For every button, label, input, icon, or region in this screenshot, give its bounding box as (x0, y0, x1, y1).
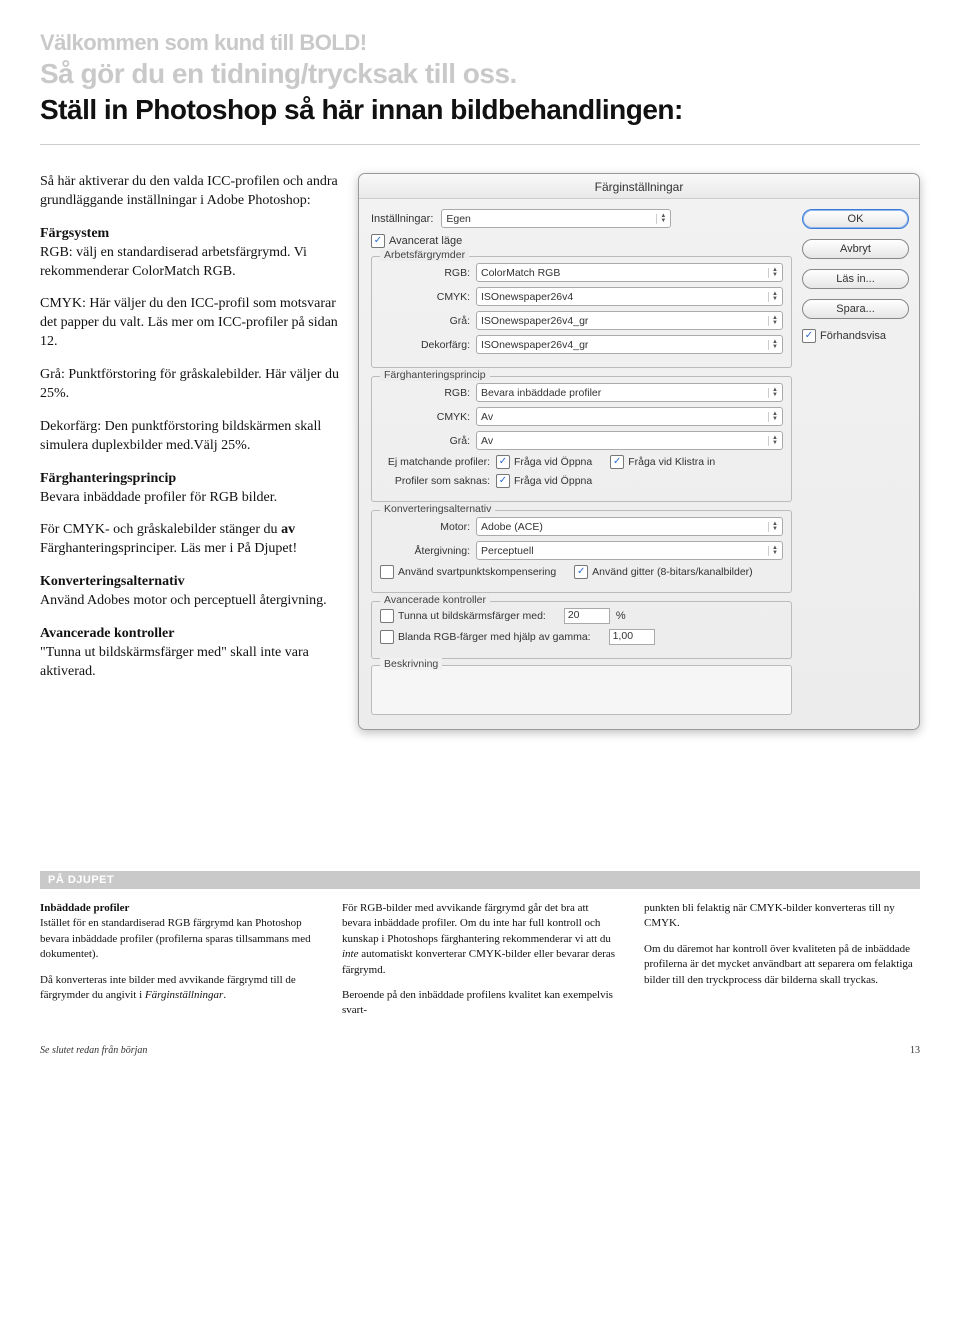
h-policy: Färghanteringsprincip (40, 471, 176, 486)
header-welcome: Välkommen som kund till BOLD! (40, 30, 920, 56)
cancel-button[interactable]: Avbryt (802, 239, 909, 259)
h-fargsystem: Färgsystem (40, 226, 109, 241)
settings-label: Inställningar: (371, 213, 433, 225)
header-sub: Så gör du en tidning/trycksak till oss. (40, 58, 920, 90)
load-button[interactable]: Läs in... (802, 269, 909, 289)
save-button[interactable]: Spara... (802, 299, 909, 319)
footer-tag: PÅ DJUPET (40, 871, 920, 889)
footer-left: Se slutet redan från början (40, 1045, 147, 1056)
policy-rgb-select[interactable]: Bevara inbäddade profiler▲▼ (476, 383, 783, 402)
rgb-select[interactable]: ColorMatch RGB▲▼ (476, 263, 783, 282)
header-title: Ställ in Photoshop så här innan bildbeha… (40, 94, 920, 145)
mm-open-checkbox[interactable]: ✓ (496, 455, 510, 469)
group-workspaces: Arbetsfärgrymder RGB:ColorMatch RGB▲▼ CM… (371, 256, 792, 368)
policy-gray-select[interactable]: Av▲▼ (476, 431, 783, 450)
dither-checkbox[interactable]: ✓ (574, 565, 588, 579)
h-adv: Avancerade kontroller (40, 626, 174, 641)
desat-field[interactable]: 20 (564, 608, 610, 624)
intent-select[interactable]: Perceptuell▲▼ (476, 541, 783, 560)
group-advanced: Avancerade kontroller Tunna ut bildskärm… (371, 601, 792, 659)
p-adv: "Tunna ut bildskärmsfärger med" skall in… (40, 645, 309, 679)
advanced-mode-checkbox[interactable]: ✓ (371, 234, 385, 248)
p-gray: Grå: Punktförstoring för gråskalebilder.… (40, 366, 343, 404)
p-cmyk: CMYK: Här väljer du den ICC-profil som m… (40, 295, 343, 352)
engine-select[interactable]: Adobe (ACE)▲▼ (476, 517, 783, 536)
color-settings-dialog: Färginställningar Inställningar: Egen▲▼ … (358, 173, 920, 730)
advanced-mode-label: Avancerat läge (389, 235, 462, 247)
cmyk-select[interactable]: ISOnewspaper26v4▲▼ (476, 287, 783, 306)
p-policy-rgb: Bevara inbäddade profiler för RGB bilder… (40, 490, 277, 505)
left-column: Så här aktiverar du den valda ICC-profil… (40, 173, 343, 730)
spot-select[interactable]: ISOnewspaper26v4_gr▲▼ (476, 335, 783, 354)
footer-columns: Inbäddade profilerIstället för en standa… (40, 901, 920, 1029)
gray-select[interactable]: ISOnewspaper26v4_gr▲▼ (476, 311, 783, 330)
group-description: Beskrivning (371, 665, 792, 715)
p-conv: Använd Adobes motor och perceptuell åter… (40, 593, 327, 608)
preview-label: Förhandsvisa (820, 330, 886, 342)
desat-checkbox[interactable] (380, 609, 394, 623)
ok-button[interactable]: OK (802, 209, 909, 229)
bpc-checkbox[interactable] (380, 565, 394, 579)
page-number: 13 (910, 1045, 920, 1056)
dialog-title: Färginställningar (359, 174, 919, 199)
h-conv: Konverteringsalternativ (40, 574, 185, 589)
policy-cmyk-select[interactable]: Av▲▼ (476, 407, 783, 426)
settings-select[interactable]: Egen▲▼ (441, 209, 671, 228)
intro-text: Så här aktiverar du den valda ICC-profil… (40, 173, 343, 211)
group-conversion: Konverteringsalternativ Motor:Adobe (ACE… (371, 510, 792, 593)
p-rgb: RGB: välj en standardiserad arbetsfärgry… (40, 245, 307, 279)
preview-checkbox[interactable]: ✓ (802, 329, 816, 343)
group-policies: Färghanteringsprincip RGB:Bevara inbädda… (371, 376, 792, 502)
missing-open-checkbox[interactable]: ✓ (496, 474, 510, 488)
blend-field[interactable]: 1,00 (609, 629, 655, 645)
blend-checkbox[interactable] (380, 630, 394, 644)
mm-paste-checkbox[interactable]: ✓ (610, 455, 624, 469)
p-spot: Dekorfärg: Den punktförstoring bildskärm… (40, 418, 343, 456)
